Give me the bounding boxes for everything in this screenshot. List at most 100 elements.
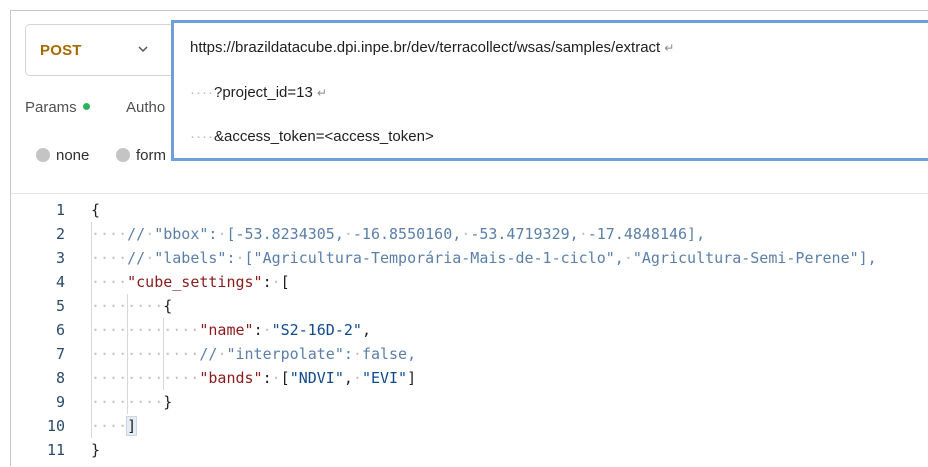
- line-number: 6: [55, 321, 65, 339]
- code-line: 7 ············//·"interpolate":·false,: [11, 342, 928, 366]
- code-token: "bbox":: [154, 225, 218, 243]
- code-text: ····//·"labels":·["Agricultura-Temporári…: [91, 246, 877, 270]
- code-text: ············//·"interpolate":·false,: [91, 342, 416, 366]
- line-number: 8: [55, 369, 65, 387]
- tab-authorization[interactable]: Autho: [126, 99, 165, 116]
- code-token: ,: [361, 321, 371, 339]
- whitespace-marker: ·: [235, 249, 245, 267]
- code-token: [-53.8234305,: [226, 225, 344, 243]
- whitespace-marker: ····: [91, 273, 128, 291]
- code-token: }: [163, 393, 173, 411]
- code-line: 10 ····]: [11, 414, 928, 438]
- code-token: ["Agricultura-Temporária-Mais-de-1-ciclo…: [244, 249, 624, 267]
- code-token: "Agricultura-Semi-Perene"],: [632, 249, 877, 267]
- method-select[interactable]: POST: [25, 24, 175, 76]
- code-text: ····//·"bbox":·[-53.8234305,·-16.8550160…: [91, 222, 705, 246]
- code-token: "cube_settings": [127, 273, 263, 291]
- code-line: 5 ········{: [11, 294, 928, 318]
- code-token: "EVI": [361, 369, 408, 387]
- code-token: {: [163, 297, 173, 315]
- url-query-project: ?project_id=13: [213, 84, 313, 101]
- code-token: [: [280, 273, 290, 291]
- line-number: 11: [46, 441, 65, 459]
- url-input[interactable]: https://brazildatacube.dpi.inpe.br/dev/t…: [171, 20, 928, 161]
- line-number: 4: [55, 273, 65, 291]
- code-token: "labels":: [154, 249, 236, 267]
- line-number: 7: [55, 345, 65, 363]
- indent-guide: [163, 318, 165, 390]
- whitespace-marker: ·: [271, 369, 281, 387]
- code-line: 11}: [11, 438, 928, 462]
- whitespace-marker: ·: [262, 321, 272, 339]
- tab-params[interactable]: Params: [25, 99, 90, 116]
- body-type-form-label: form: [136, 147, 166, 164]
- code-token: :: [253, 321, 263, 339]
- line-number: 5: [55, 297, 65, 315]
- code-line: 2 ····//·"bbox":·[-53.8234305,·-16.855016…: [11, 222, 928, 246]
- code-token: ]: [126, 416, 138, 436]
- code-token: "name": [199, 321, 254, 339]
- whitespace-marker: ············: [91, 369, 200, 387]
- body-type-none-label: none: [56, 147, 90, 164]
- code-token: "S2-16D-2": [271, 321, 362, 339]
- whitespace-marker: ····: [91, 417, 128, 435]
- code-token: :: [262, 369, 272, 387]
- whitespace-marker: ····: [91, 225, 128, 243]
- code-text: {: [91, 198, 100, 222]
- code-token: ]: [407, 369, 417, 387]
- body-code-editor[interactable]: 1{2 ····//·"bbox":·[-53.8234305,·-16.8550…: [11, 193, 928, 467]
- whitespace-marker: ············: [91, 321, 200, 339]
- url-query-token: &access_token=<access_token>: [213, 128, 434, 145]
- whitespace-marker: ·: [145, 225, 155, 243]
- code-text: ········{: [91, 294, 172, 318]
- whitespace-marker: ·: [343, 225, 353, 243]
- code-token: }: [91, 441, 101, 459]
- url-text: https://brazildatacube.dpi.inpe.br/dev/t…: [190, 39, 661, 56]
- line-number: 9: [55, 393, 65, 411]
- whitespace-marker: ·: [352, 369, 362, 387]
- whitespace-marker: ·: [623, 249, 633, 267]
- indent-guide: [91, 222, 92, 438]
- line-number: 3: [55, 249, 65, 267]
- whitespace-marker: ·: [461, 225, 471, 243]
- whitespace-marker: ·: [578, 225, 588, 243]
- tab-params-label: Params: [25, 99, 77, 116]
- whitespace-marker: ·: [271, 273, 281, 291]
- code-text: ············"bands":·["NDVI",·"EVI"]: [91, 366, 416, 390]
- code-token: -17.4848146],: [587, 225, 706, 243]
- code-text: ············"name":·"S2-16D-2",: [91, 318, 371, 342]
- indent-guide: [127, 294, 129, 414]
- url-line-1: https://brazildatacube.dpi.inpe.br/dev/t…: [190, 39, 674, 56]
- code-line: 8 ············"bands":·["NDVI",·"EVI"]: [11, 366, 928, 390]
- radio-circle-icon: [116, 148, 130, 162]
- line-wrap-icon: ↵: [664, 41, 675, 55]
- code-token: -53.4719329,: [470, 225, 579, 243]
- radio-circle-icon: [36, 148, 50, 162]
- code-token: :: [262, 273, 272, 291]
- body-type-form-radio[interactable]: form: [116, 147, 166, 164]
- code-token: "interpolate":: [226, 345, 353, 363]
- code-text: ····]: [91, 414, 138, 438]
- code-line: 1{: [11, 198, 928, 222]
- code-token: false,: [361, 345, 417, 363]
- code-line: 6 ············"name":·"S2-16D-2",: [11, 318, 928, 342]
- line-number: 10: [46, 417, 65, 435]
- code-text: }: [91, 438, 100, 462]
- code-line: 3 ····//·"labels":·["Agricultura-Temporár…: [11, 246, 928, 270]
- url-line-2: ····?project_id=13 ↵: [190, 84, 327, 101]
- method-label: POST: [40, 42, 82, 59]
- whitespace-marker: ·: [145, 249, 155, 267]
- tab-authorization-label: Autho: [126, 99, 166, 116]
- code-token: //: [127, 225, 146, 243]
- code-token: "NDVI": [289, 369, 344, 387]
- whitespace-marker: ·: [352, 345, 362, 363]
- body-type-none-radio[interactable]: none: [36, 147, 89, 164]
- chevron-down-icon: [138, 46, 148, 53]
- code-token: -16.8550160,: [352, 225, 462, 243]
- code-token: //: [199, 345, 218, 363]
- url-indent: ····: [190, 84, 214, 101]
- code-token: ,: [343, 369, 353, 387]
- line-wrap-icon: ↵: [316, 86, 327, 100]
- code-token: //: [127, 249, 146, 267]
- code-line: 9 ········}: [11, 390, 928, 414]
